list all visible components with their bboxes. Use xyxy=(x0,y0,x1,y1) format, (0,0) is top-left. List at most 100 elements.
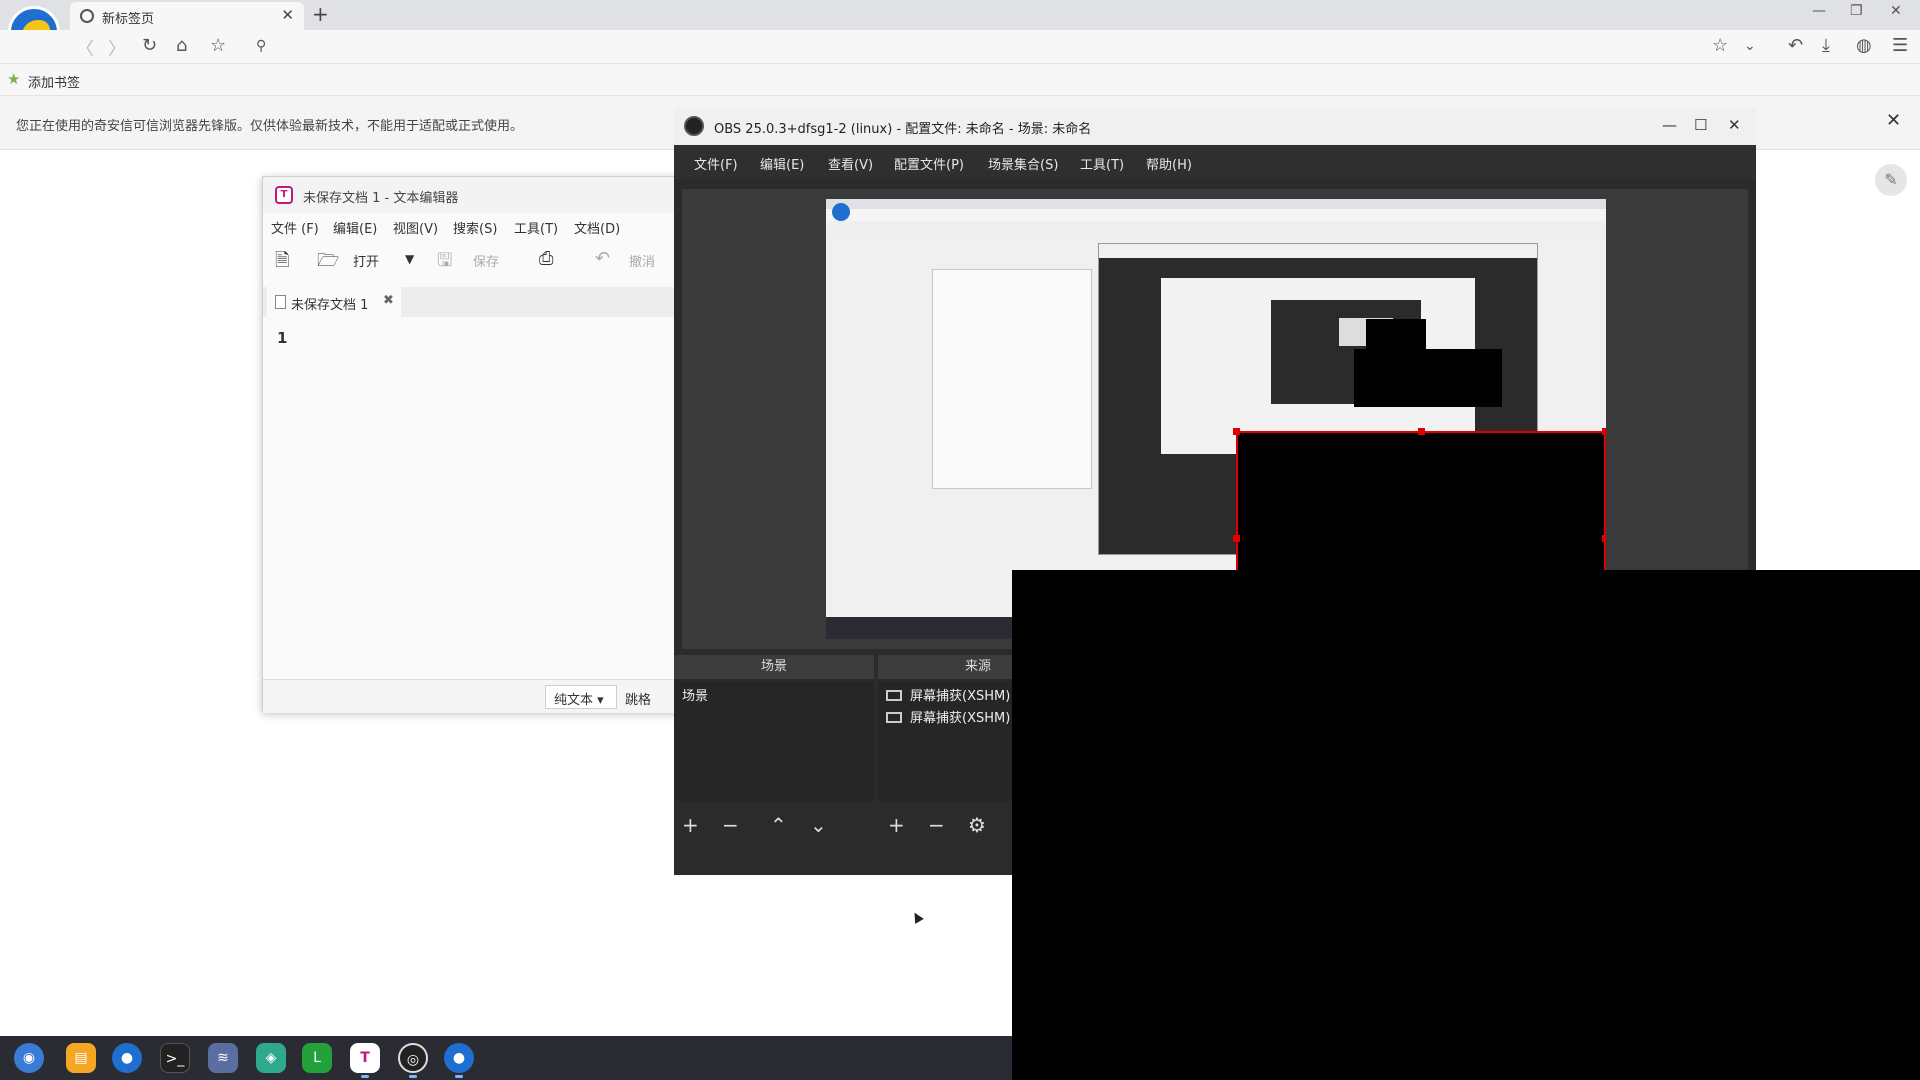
obs-menu-edit[interactable]: 编辑(E) xyxy=(760,154,804,173)
back-icon[interactable]: 〈 xyxy=(76,35,94,61)
system-monitor-icon[interactable]: ≋ xyxy=(208,1043,238,1073)
tab-title: 新标签页 xyxy=(102,12,155,27)
obs-menu-profile[interactable]: 配置文件(P) xyxy=(894,154,964,173)
pencil-icon[interactable]: ✎ xyxy=(1875,164,1907,196)
text-editor-icon: T xyxy=(275,186,293,204)
scenes-header: 场景 xyxy=(674,655,874,679)
document-tab-label: 未保存文档 1 xyxy=(291,298,369,313)
tab-close-icon[interactable]: ✕ xyxy=(281,6,294,24)
minimize-icon[interactable]: — xyxy=(1812,3,1826,19)
start-menu-icon[interactable]: ◉ xyxy=(14,1043,44,1073)
obs-menu-scene-collection[interactable]: 场景集合(S) xyxy=(988,154,1058,173)
move-up-icon[interactable]: ⌃ xyxy=(770,813,787,837)
running-indicator xyxy=(455,1075,463,1078)
bookmark-star-icon[interactable]: ☆ xyxy=(210,35,226,56)
chevron-down-icon[interactable]: ⌄ xyxy=(1744,38,1756,54)
undo-close-icon[interactable]: ↶ xyxy=(1788,35,1803,56)
document-tab-close-icon[interactable]: ✖ xyxy=(383,293,394,308)
scene-item[interactable]: 场景 xyxy=(682,685,708,704)
files-icon[interactable]: ▤ xyxy=(66,1043,96,1073)
source-item-label: 屏幕捕获(XSHM) xyxy=(910,711,1011,726)
menu-document[interactable]: 文档(D) xyxy=(574,218,620,237)
obs-menu-tools[interactable]: 工具(T) xyxy=(1080,154,1124,173)
obs-minimize-icon[interactable]: — xyxy=(1662,116,1677,134)
browser-icon[interactable]: ● xyxy=(112,1043,142,1073)
reload-icon[interactable]: ↻ xyxy=(142,35,157,56)
restore-icon[interactable]: ❐ xyxy=(1850,3,1863,19)
forward-icon[interactable]: 〉 xyxy=(108,35,126,61)
obs-menu-help[interactable]: 帮助(H) xyxy=(1146,154,1192,173)
browser-tab[interactable]: 新标签页 ✕ xyxy=(70,2,304,30)
menu-file[interactable]: 文件 (F) xyxy=(271,218,319,237)
remove-source-icon[interactable]: − xyxy=(928,813,945,837)
download-icon[interactable]: ⤓ xyxy=(1822,35,1830,56)
document-tab[interactable]: 未保存文档 1 ✖ xyxy=(267,287,401,317)
image-viewer-icon[interactable]: ◈ xyxy=(256,1043,286,1073)
editor-titlebar: T 未保存文档 1 - 文本编辑器 xyxy=(263,177,681,213)
terminal-icon[interactable]: >_ xyxy=(160,1043,190,1073)
mini-browser-toolbar xyxy=(826,209,1606,221)
obs-menu-view[interactable]: 查看(V) xyxy=(828,154,873,173)
obs-taskbar-icon[interactable]: ◎ xyxy=(398,1043,428,1073)
print-icon[interactable]: ⎙ xyxy=(539,248,553,269)
mini-browser-tabs xyxy=(826,199,1606,209)
globe-icon xyxy=(80,9,94,23)
text-editor-window: T 未保存文档 1 - 文本编辑器 文件 (F) 编辑(E) 视图(V) 搜索(… xyxy=(262,176,682,713)
home-icon[interactable]: ⌂ xyxy=(176,35,187,56)
obs-title: OBS 25.0.3+dfsg1-2 (linux) - 配置文件: 未命名 -… xyxy=(714,122,1092,137)
move-down-icon[interactable]: ⌄ xyxy=(810,813,827,837)
star-icon: ★ xyxy=(7,70,21,88)
editor-statusbar: 纯文本 ▾ 跳格 xyxy=(263,679,681,713)
editor-toolbar: 🗎 🗁 打开 ▼ 🖫 保存 ⎙ ↶ 撤消 xyxy=(263,241,681,277)
open-folder-icon[interactable]: 🗁 xyxy=(317,248,339,278)
resize-handle[interactable] xyxy=(1602,535,1606,542)
new-document-icon[interactable]: 🗎 xyxy=(275,248,289,278)
resize-handle[interactable] xyxy=(1418,428,1425,435)
menu-view[interactable]: 视图(V) xyxy=(393,218,438,237)
tab-width-selector[interactable]: 跳格 xyxy=(625,689,651,708)
shield-icon[interactable]: ◍ xyxy=(1856,35,1872,56)
gear-icon[interactable]: ⚙ xyxy=(968,813,986,837)
add-bookmark-link[interactable]: 添加书签 xyxy=(28,72,80,91)
syntax-selector[interactable]: 纯文本 ▾ xyxy=(545,685,617,709)
resize-handle[interactable] xyxy=(1233,428,1240,435)
close-icon[interactable]: ✕ xyxy=(1890,3,1902,19)
favorite-icon[interactable]: ☆ xyxy=(1712,35,1728,56)
black-overlay xyxy=(1012,570,1920,1080)
menu-search[interactable]: 搜索(S) xyxy=(453,218,497,237)
add-source-icon[interactable]: + xyxy=(888,813,905,837)
notice-close-icon[interactable]: ✕ xyxy=(1886,110,1901,131)
running-indicator xyxy=(409,1075,417,1078)
obs-logo-icon xyxy=(684,116,704,136)
menu-edit[interactable]: 编辑(E) xyxy=(333,218,377,237)
obs-maximize-icon[interactable]: ☐ xyxy=(1694,116,1707,134)
editor-menubar: 文件 (F) 编辑(E) 视图(V) 搜索(S) 工具(T) 文档(D) xyxy=(263,213,681,239)
text-editor-taskbar-icon[interactable]: T xyxy=(350,1043,380,1073)
editor-title: 未保存文档 1 - 文本编辑器 xyxy=(303,191,459,206)
calendar-icon[interactable]: L xyxy=(302,1043,332,1073)
save-button[interactable]: 保存 xyxy=(473,251,499,270)
browser-toolbar: 〈 〉 ↻ ⌂ ☆ ⚲ ☆ ⌄ ↶ ⤓ ◍ ☰ xyxy=(0,30,1920,64)
monitor-icon xyxy=(886,712,902,723)
obs-titlebar: OBS 25.0.3+dfsg1-2 (linux) - 配置文件: 未命名 -… xyxy=(674,107,1756,145)
obs-close-icon[interactable]: ✕ xyxy=(1728,116,1741,134)
obs-menu-file[interactable]: 文件(F) xyxy=(694,154,738,173)
source-item[interactable]: 屏幕捕获(XSHM) xyxy=(886,707,1010,726)
mouse-cursor xyxy=(910,910,924,924)
add-scene-icon[interactable]: + xyxy=(682,813,699,837)
resize-handle[interactable] xyxy=(1602,428,1606,435)
menu-tools[interactable]: 工具(T) xyxy=(514,218,558,237)
search-icon[interactable]: ⚲ xyxy=(256,38,266,54)
new-tab-button[interactable]: + xyxy=(312,2,329,26)
undo-button[interactable]: 撤消 xyxy=(629,251,655,270)
undo-icon[interactable]: ↶ xyxy=(595,248,610,269)
resize-handle[interactable] xyxy=(1233,535,1240,542)
source-item[interactable]: 屏幕捕获(XSHM) 2 xyxy=(886,685,1023,704)
open-button[interactable]: 打开 xyxy=(353,251,379,270)
open-dropdown-icon[interactable]: ▼ xyxy=(405,252,414,266)
menu-icon[interactable]: ☰ xyxy=(1892,35,1908,56)
mini-notice xyxy=(826,221,1606,241)
save-icon[interactable]: 🖫 xyxy=(437,248,452,278)
browser-active-icon[interactable]: ● xyxy=(444,1043,474,1073)
remove-scene-icon[interactable]: − xyxy=(722,813,739,837)
